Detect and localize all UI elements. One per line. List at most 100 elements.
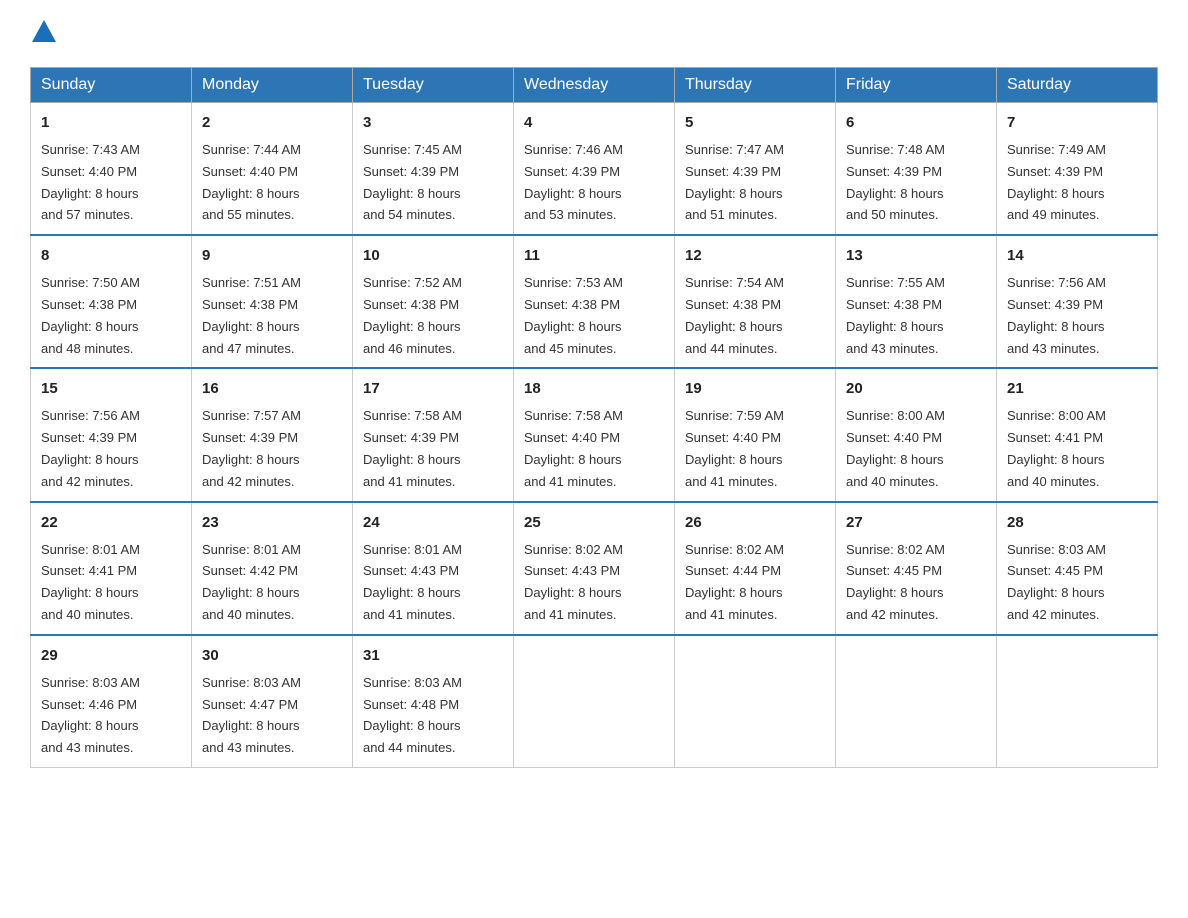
calendar-cell: 7 Sunrise: 7:49 AMSunset: 4:39 PMDayligh… <box>997 103 1158 236</box>
day-header-thursday: Thursday <box>675 68 836 103</box>
day-info: Sunrise: 7:56 AMSunset: 4:39 PMDaylight:… <box>41 408 140 488</box>
day-number: 15 <box>41 377 181 401</box>
day-info: Sunrise: 7:53 AMSunset: 4:38 PMDaylight:… <box>524 275 623 355</box>
calendar-cell: 25 Sunrise: 8:02 AMSunset: 4:43 PMDaylig… <box>514 502 675 635</box>
calendar-cell <box>675 635 836 768</box>
day-number: 22 <box>41 511 181 535</box>
day-info: Sunrise: 8:02 AMSunset: 4:44 PMDaylight:… <box>685 542 784 622</box>
day-info: Sunrise: 7:50 AMSunset: 4:38 PMDaylight:… <box>41 275 140 355</box>
day-info: Sunrise: 7:58 AMSunset: 4:39 PMDaylight:… <box>363 408 462 488</box>
day-info: Sunrise: 7:57 AMSunset: 4:39 PMDaylight:… <box>202 408 301 488</box>
calendar-cell: 13 Sunrise: 7:55 AMSunset: 4:38 PMDaylig… <box>836 235 997 368</box>
day-info: Sunrise: 7:45 AMSunset: 4:39 PMDaylight:… <box>363 142 462 222</box>
day-info: Sunrise: 7:47 AMSunset: 4:39 PMDaylight:… <box>685 142 784 222</box>
calendar-week-row: 8 Sunrise: 7:50 AMSunset: 4:38 PMDayligh… <box>31 235 1158 368</box>
calendar-cell: 4 Sunrise: 7:46 AMSunset: 4:39 PMDayligh… <box>514 103 675 236</box>
calendar-cell: 23 Sunrise: 8:01 AMSunset: 4:42 PMDaylig… <box>192 502 353 635</box>
day-info: Sunrise: 8:03 AMSunset: 4:45 PMDaylight:… <box>1007 542 1106 622</box>
day-info: Sunrise: 7:43 AMSunset: 4:40 PMDaylight:… <box>41 142 140 222</box>
calendar-cell: 5 Sunrise: 7:47 AMSunset: 4:39 PMDayligh… <box>675 103 836 236</box>
day-info: Sunrise: 8:01 AMSunset: 4:43 PMDaylight:… <box>363 542 462 622</box>
calendar-cell: 9 Sunrise: 7:51 AMSunset: 4:38 PMDayligh… <box>192 235 353 368</box>
day-number: 16 <box>202 377 342 401</box>
calendar-cell: 19 Sunrise: 7:59 AMSunset: 4:40 PMDaylig… <box>675 368 836 501</box>
day-number: 26 <box>685 511 825 535</box>
page-header <box>30 20 1158 47</box>
day-info: Sunrise: 7:48 AMSunset: 4:39 PMDaylight:… <box>846 142 945 222</box>
calendar-cell: 8 Sunrise: 7:50 AMSunset: 4:38 PMDayligh… <box>31 235 192 368</box>
calendar-cell: 1 Sunrise: 7:43 AMSunset: 4:40 PMDayligh… <box>31 103 192 236</box>
day-info: Sunrise: 8:03 AMSunset: 4:48 PMDaylight:… <box>363 675 462 755</box>
day-info: Sunrise: 7:49 AMSunset: 4:39 PMDaylight:… <box>1007 142 1106 222</box>
day-info: Sunrise: 8:00 AMSunset: 4:41 PMDaylight:… <box>1007 408 1106 488</box>
day-number: 20 <box>846 377 986 401</box>
day-info: Sunrise: 8:01 AMSunset: 4:42 PMDaylight:… <box>202 542 301 622</box>
calendar-cell: 12 Sunrise: 7:54 AMSunset: 4:38 PMDaylig… <box>675 235 836 368</box>
day-info: Sunrise: 8:00 AMSunset: 4:40 PMDaylight:… <box>846 408 945 488</box>
calendar-week-row: 15 Sunrise: 7:56 AMSunset: 4:39 PMDaylig… <box>31 368 1158 501</box>
day-number: 31 <box>363 644 503 668</box>
calendar-cell: 24 Sunrise: 8:01 AMSunset: 4:43 PMDaylig… <box>353 502 514 635</box>
calendar-cell <box>997 635 1158 768</box>
day-number: 25 <box>524 511 664 535</box>
day-info: Sunrise: 7:51 AMSunset: 4:38 PMDaylight:… <box>202 275 301 355</box>
calendar-cell: 31 Sunrise: 8:03 AMSunset: 4:48 PMDaylig… <box>353 635 514 768</box>
day-number: 8 <box>41 244 181 268</box>
day-number: 24 <box>363 511 503 535</box>
day-info: Sunrise: 7:56 AMSunset: 4:39 PMDaylight:… <box>1007 275 1106 355</box>
day-info: Sunrise: 8:01 AMSunset: 4:41 PMDaylight:… <box>41 542 140 622</box>
day-number: 30 <box>202 644 342 668</box>
calendar-cell: 3 Sunrise: 7:45 AMSunset: 4:39 PMDayligh… <box>353 103 514 236</box>
day-number: 7 <box>1007 111 1147 135</box>
calendar-cell: 17 Sunrise: 7:58 AMSunset: 4:39 PMDaylig… <box>353 368 514 501</box>
day-number: 29 <box>41 644 181 668</box>
calendar-week-row: 1 Sunrise: 7:43 AMSunset: 4:40 PMDayligh… <box>31 103 1158 236</box>
day-info: Sunrise: 7:44 AMSunset: 4:40 PMDaylight:… <box>202 142 301 222</box>
day-number: 12 <box>685 244 825 268</box>
calendar-cell: 16 Sunrise: 7:57 AMSunset: 4:39 PMDaylig… <box>192 368 353 501</box>
logo <box>30 20 56 47</box>
calendar-cell <box>836 635 997 768</box>
day-number: 3 <box>363 111 503 135</box>
day-header-friday: Friday <box>836 68 997 103</box>
calendar-cell: 22 Sunrise: 8:01 AMSunset: 4:41 PMDaylig… <box>31 502 192 635</box>
day-info: Sunrise: 8:03 AMSunset: 4:46 PMDaylight:… <box>41 675 140 755</box>
calendar-cell: 10 Sunrise: 7:52 AMSunset: 4:38 PMDaylig… <box>353 235 514 368</box>
calendar-table: SundayMondayTuesdayWednesdayThursdayFrid… <box>30 67 1158 768</box>
logo-triangle-icon <box>32 20 56 42</box>
calendar-cell: 26 Sunrise: 8:02 AMSunset: 4:44 PMDaylig… <box>675 502 836 635</box>
day-info: Sunrise: 8:03 AMSunset: 4:47 PMDaylight:… <box>202 675 301 755</box>
day-number: 27 <box>846 511 986 535</box>
day-number: 5 <box>685 111 825 135</box>
calendar-cell: 27 Sunrise: 8:02 AMSunset: 4:45 PMDaylig… <box>836 502 997 635</box>
calendar-cell: 6 Sunrise: 7:48 AMSunset: 4:39 PMDayligh… <box>836 103 997 236</box>
day-header-wednesday: Wednesday <box>514 68 675 103</box>
calendar-cell: 11 Sunrise: 7:53 AMSunset: 4:38 PMDaylig… <box>514 235 675 368</box>
day-number: 10 <box>363 244 503 268</box>
calendar-cell: 21 Sunrise: 8:00 AMSunset: 4:41 PMDaylig… <box>997 368 1158 501</box>
day-header-monday: Monday <box>192 68 353 103</box>
calendar-cell: 15 Sunrise: 7:56 AMSunset: 4:39 PMDaylig… <box>31 368 192 501</box>
calendar-cell: 14 Sunrise: 7:56 AMSunset: 4:39 PMDaylig… <box>997 235 1158 368</box>
calendar-cell: 29 Sunrise: 8:03 AMSunset: 4:46 PMDaylig… <box>31 635 192 768</box>
day-header-saturday: Saturday <box>997 68 1158 103</box>
calendar-cell <box>514 635 675 768</box>
day-number: 13 <box>846 244 986 268</box>
days-header-row: SundayMondayTuesdayWednesdayThursdayFrid… <box>31 68 1158 103</box>
calendar-cell: 20 Sunrise: 8:00 AMSunset: 4:40 PMDaylig… <box>836 368 997 501</box>
day-info: Sunrise: 7:54 AMSunset: 4:38 PMDaylight:… <box>685 275 784 355</box>
day-info: Sunrise: 7:58 AMSunset: 4:40 PMDaylight:… <box>524 408 623 488</box>
day-info: Sunrise: 8:02 AMSunset: 4:43 PMDaylight:… <box>524 542 623 622</box>
calendar-cell: 28 Sunrise: 8:03 AMSunset: 4:45 PMDaylig… <box>997 502 1158 635</box>
day-number: 1 <box>41 111 181 135</box>
calendar-week-row: 22 Sunrise: 8:01 AMSunset: 4:41 PMDaylig… <box>31 502 1158 635</box>
calendar-cell: 2 Sunrise: 7:44 AMSunset: 4:40 PMDayligh… <box>192 103 353 236</box>
day-header-tuesday: Tuesday <box>353 68 514 103</box>
day-number: 18 <box>524 377 664 401</box>
day-number: 11 <box>524 244 664 268</box>
day-info: Sunrise: 7:55 AMSunset: 4:38 PMDaylight:… <box>846 275 945 355</box>
day-number: 19 <box>685 377 825 401</box>
day-info: Sunrise: 7:59 AMSunset: 4:40 PMDaylight:… <box>685 408 784 488</box>
day-number: 4 <box>524 111 664 135</box>
day-number: 28 <box>1007 511 1147 535</box>
